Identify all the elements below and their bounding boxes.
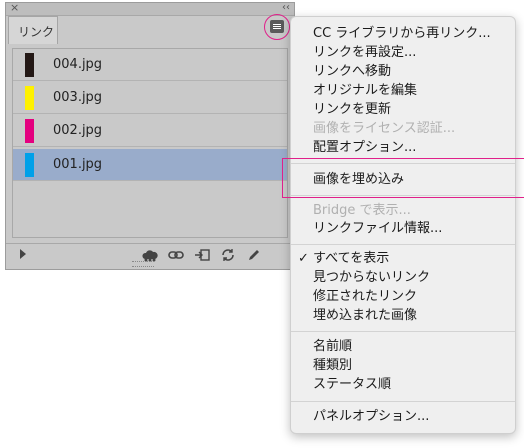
list-item[interactable]: 004.jpg [13, 49, 287, 81]
update-link-icon[interactable] [220, 248, 236, 262]
cc-library-icon[interactable] [142, 248, 158, 262]
close-panel-button[interactable]: × [10, 1, 19, 15]
relink-chain-icon[interactable] [168, 248, 184, 262]
menu-item-placement-options[interactable]: 配置オプション... [313, 140, 416, 156]
resize-grip[interactable] [132, 261, 154, 267]
tab-links[interactable]: リンク [8, 16, 58, 44]
file-color-swatch [25, 86, 34, 110]
links-list: 004.jpg 003.jpg 002.jpg 001.jpg [12, 48, 288, 238]
menu-item-embedded-images[interactable]: 埋め込まれた画像 [313, 308, 417, 324]
links-panel: × ‹‹ リンク 004.jpg 003.jpg 002.jpg 001.jpg [5, 1, 295, 270]
file-color-swatch [25, 53, 34, 77]
embed-image-highlight-box [282, 158, 524, 198]
file-color-swatch [25, 153, 34, 177]
menu-item-sort-by-name[interactable]: 名前順 [313, 339, 352, 355]
menu-item-go-to-link[interactable]: リンクへ移動 [313, 64, 391, 80]
menu-item-edit-original[interactable]: オリジナルを編集 [313, 83, 417, 99]
goto-link-icon[interactable] [194, 248, 210, 262]
checkmark-icon: ✓ [298, 251, 309, 266]
list-item[interactable]: 002.jpg [13, 115, 287, 147]
file-name: 004.jpg [53, 57, 103, 72]
menu-item-license-image: 画像をライセンス認証... [313, 121, 456, 136]
menu-item-relink[interactable]: リンクを再設定... [313, 45, 416, 61]
menu-item-relink-cc-library[interactable]: CC ライブラリから再リンク... [313, 26, 491, 42]
list-item-selected[interactable]: 001.jpg [13, 149, 287, 181]
file-name: 001.jpg [53, 157, 103, 172]
file-name: 002.jpg [53, 123, 103, 138]
menu-item-update-link[interactable]: リンクを更新 [313, 102, 391, 118]
tab-links-label: リンク [18, 25, 55, 39]
menu-separator [291, 244, 515, 245]
menu-separator [291, 331, 515, 332]
collapse-panel-button[interactable]: ‹‹ [282, 1, 290, 15]
menu-button-highlight-circle [264, 14, 290, 40]
menu-item-sort-by-type[interactable]: 種類別 [313, 358, 352, 374]
panel-title-bar: × ‹‹ [6, 1, 294, 16]
expand-triangle-icon[interactable] [20, 249, 26, 259]
list-item[interactable]: 003.jpg [13, 82, 287, 114]
menu-item-missing-links[interactable]: 見つからないリンク [313, 270, 430, 286]
edit-original-icon[interactable] [246, 248, 262, 262]
file-color-swatch [25, 119, 34, 143]
menu-item-panel-options[interactable]: パネルオプション... [313, 409, 429, 425]
menu-item-modified-links[interactable]: 修正されたリンク [313, 289, 417, 305]
panel-flyout-menu: CC ライブラリから再リンク... リンクを再設定... リンクへ移動 オリジナ… [290, 16, 516, 434]
menu-item-sort-by-status[interactable]: ステータス順 [313, 377, 391, 393]
file-name: 003.jpg [53, 90, 103, 105]
menu-item-link-file-info[interactable]: リンクファイル情報... [313, 221, 442, 237]
menu-separator [291, 401, 515, 402]
menu-item-reveal-in-bridge: Bridge で表示... [313, 203, 411, 218]
menu-item-show-all[interactable]: すべてを表示 [313, 251, 389, 267]
